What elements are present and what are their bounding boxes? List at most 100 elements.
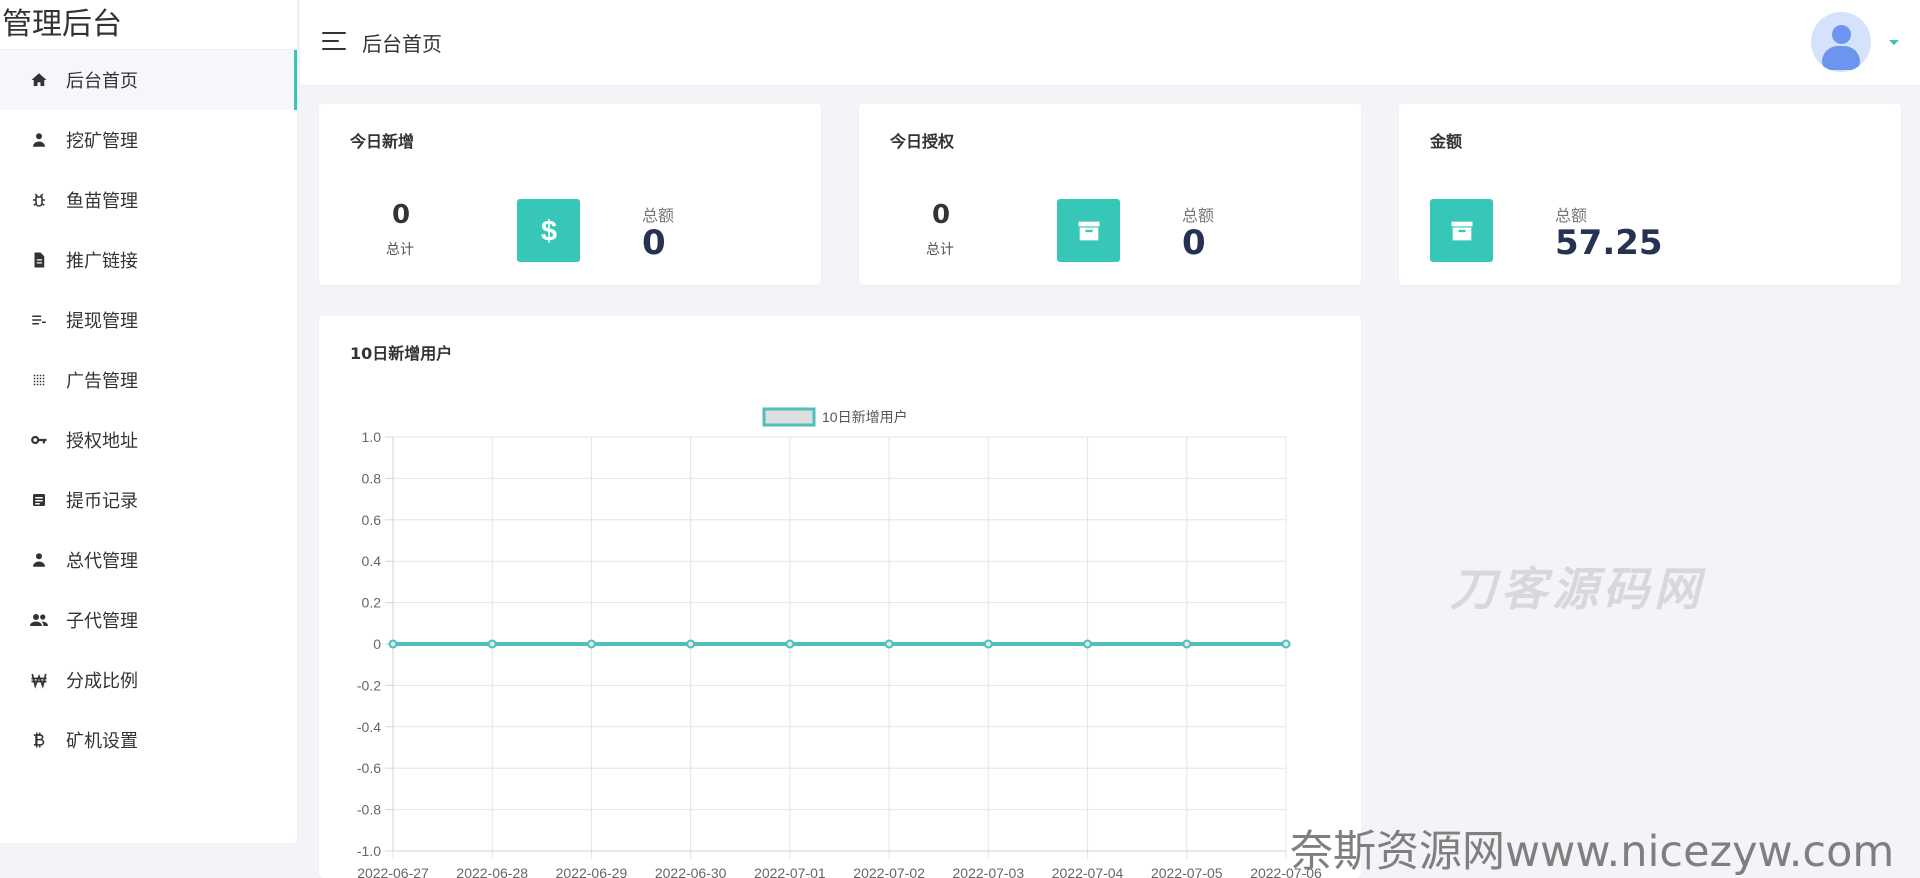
y-tick-label: 0.6 [362, 512, 382, 528]
svg-text:$: $ [540, 215, 556, 247]
grid-dots-icon [28, 369, 50, 391]
x-tick-label: 2022-06-29 [556, 865, 628, 878]
sidebar-item-label: 分成比例 [66, 671, 138, 692]
avatar-head [1832, 25, 1851, 44]
sidebar-item-label: 授权地址 [66, 431, 138, 452]
sidebar-item-label: 提现管理 [66, 311, 138, 332]
currency-won-icon [28, 669, 50, 691]
user-avatar-icon[interactable] [1811, 12, 1871, 72]
x-tick-label: 2022-07-02 [853, 865, 925, 878]
stat-card-today-auth: 今日授权 0 总计 总额 0 [859, 104, 1361, 285]
y-tick-label: -0.8 [357, 802, 381, 818]
y-tick-label: -0.6 [357, 760, 381, 776]
y-tick-label: -0.4 [357, 719, 381, 735]
data-point [1182, 639, 1192, 649]
chart-card-10-day-new-users: 10日新增用户 1.0 0.8 0.6 0.4 0.2 0 -0.2 -0.4 -0.6 -0.8… [319, 316, 1361, 878]
y-tick-label: -0.2 [357, 677, 381, 693]
stat-card-today-new: 今日新增 0 总计 $ 总额 0 [319, 104, 821, 285]
sidebar-item-label: 推广链接 [66, 251, 138, 272]
sidebar-item-label: 子代管理 [66, 611, 138, 632]
sidebar-item-label: 鱼苗管理 [66, 191, 138, 212]
y-tick-label: 0.4 [362, 553, 382, 569]
sidebar-item-label: 后台首页 [66, 71, 138, 92]
hamburger-menu-icon[interactable] [322, 32, 346, 50]
card-title: 今日授权 [890, 132, 955, 151]
note-icon [28, 489, 50, 511]
amount-value: 0 [1182, 223, 1206, 263]
archive-box-icon [1057, 199, 1120, 262]
center-watermark: 刀客源码网 [1450, 562, 1705, 616]
card-title: 金额 [1430, 132, 1463, 151]
stat-card-amount: 金额 总额 57.25 [1399, 104, 1901, 285]
data-point [785, 639, 795, 649]
line-chart: 1.0 0.8 0.6 0.4 0.2 0 -0.2 -0.4 -0.6 -0.8 -1.0 2022… [357, 407, 1322, 878]
sidebar-item-miner-settings[interactable]: 矿机设置 [0, 710, 297, 770]
data-point [586, 639, 596, 649]
list-sort-icon [28, 309, 50, 331]
x-tick-label: 2022-07-03 [953, 865, 1025, 878]
avatar-body [1822, 46, 1860, 70]
sidebar-item-label: 总代管理 [66, 551, 138, 572]
caret-down-icon[interactable] [1889, 40, 1899, 45]
data-point [884, 639, 894, 649]
sidebar-item-fry[interactable]: 鱼苗管理 [0, 170, 297, 230]
top-header: 后台首页 [300, 0, 1920, 86]
sidebar-item-sub-agent[interactable]: 子代管理 [0, 590, 297, 650]
x-tick-label: 2022-06-28 [456, 865, 528, 878]
dollar-icon: $ [517, 199, 580, 262]
sidebar-item-label: 矿机设置 [66, 731, 138, 752]
y-tick-label: 1.0 [362, 429, 382, 445]
x-tick-label: 2022-07-05 [1151, 865, 1223, 878]
person-icon [28, 129, 50, 151]
legend-label: 10日新增用户 [822, 409, 908, 425]
sidebar: 管理后台 后台首页 挖矿管理 鱼苗管理 推广链接 提现管理 广告管理 授权地址 … [0, 0, 298, 843]
sidebar-item-mining[interactable]: 挖矿管理 [0, 110, 297, 170]
sidebar-item-dashboard[interactable]: 后台首页 [0, 50, 297, 110]
legend-swatch [762, 407, 816, 427]
people-icon [28, 609, 50, 631]
sidebar-item-commission-ratio[interactable]: 分成比例 [0, 650, 297, 710]
y-tick-label: -1.0 [357, 843, 381, 859]
sidebar-item-label: 广告管理 [66, 371, 138, 392]
home-icon [28, 69, 50, 91]
person-icon [28, 549, 50, 571]
page-title: 后台首页 [362, 32, 442, 56]
sidebar-menu: 后台首页 挖矿管理 鱼苗管理 推广链接 提现管理 广告管理 授权地址 提币记录 … [0, 50, 297, 770]
y-tick-label: 0.8 [362, 470, 382, 486]
x-tick-label: 2022-06-30 [655, 865, 727, 878]
sidebar-item-label: 挖矿管理 [66, 131, 138, 152]
sidebar-item-ads[interactable]: 广告管理 [0, 350, 297, 410]
count-label: 总计 [386, 242, 414, 258]
sidebar-item-general-agent[interactable]: 总代管理 [0, 530, 297, 590]
count-value: 0 [932, 200, 951, 230]
card-title: 今日新增 [350, 132, 415, 151]
data-point [487, 639, 497, 649]
x-tick-label: 2022-07-04 [1052, 865, 1124, 878]
y-tick-label: 0.2 [362, 595, 382, 611]
y-tick-label: 0 [373, 636, 381, 652]
brand-title: 管理后台 [0, 0, 297, 50]
sidebar-item-withdraw-records[interactable]: 提币记录 [0, 470, 297, 530]
document-icon [28, 249, 50, 271]
sidebar-item-label: 提币记录 [66, 491, 138, 512]
amount-value: 0 [642, 223, 666, 263]
bug-icon [28, 189, 50, 211]
data-point [388, 639, 398, 649]
data-point [686, 639, 696, 649]
amount-value: 57.25 [1555, 223, 1663, 263]
archive-box-icon [1430, 199, 1493, 262]
count-value: 0 [392, 200, 411, 230]
x-tick-label: 2022-06-27 [357, 865, 429, 878]
bottom-watermark: 奈斯资源网www.nicezyw.com [1290, 827, 1895, 877]
sidebar-item-authorized-address[interactable]: 授权地址 [0, 410, 297, 470]
admin-dashboard: 管理后台 后台首页 挖矿管理 鱼苗管理 推广链接 提现管理 广告管理 授权地址 … [0, 0, 1920, 878]
data-point [1083, 639, 1093, 649]
data-point [1281, 639, 1291, 649]
key-icon [28, 429, 50, 451]
bitcoin-icon [28, 729, 50, 751]
sidebar-item-withdraw[interactable]: 提现管理 [0, 290, 297, 350]
data-point [983, 639, 993, 649]
count-label: 总计 [926, 242, 954, 258]
sidebar-item-promotion-link[interactable]: 推广链接 [0, 230, 297, 290]
x-tick-label: 2022-07-01 [754, 865, 826, 878]
